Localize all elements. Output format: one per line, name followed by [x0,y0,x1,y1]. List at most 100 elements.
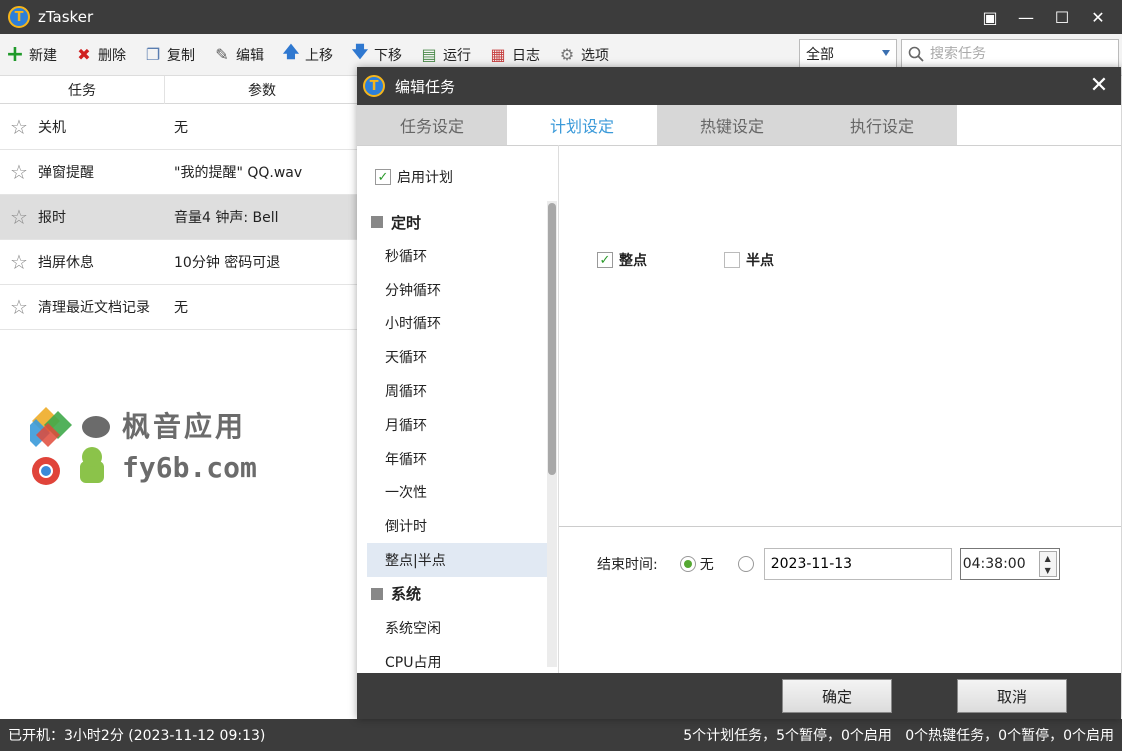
new-button[interactable]: + 新建 [6,42,57,67]
task-row-selected[interactable]: ☆ 报时 音量4 钟声: Bell [0,195,360,240]
edit-task-dialog: T 编辑任务 ✕ 任务设定 计划设定 热键设定 执行设定 ✓ 启用计划 定时 秒… [357,67,1121,719]
tree-item-hours-loop[interactable]: 小时循环 [367,307,547,341]
watermark-logo-icon [30,407,110,485]
task-list-header: 任务 参数 [0,76,360,104]
enable-plan-label: 启用计划 [397,170,453,186]
end-time-label: 结束时间: [597,557,658,573]
tree-group-timer[interactable]: 定时 [367,205,547,239]
filter-select[interactable]: 全部 [799,39,897,69]
tree-scrollbar[interactable] [547,201,557,667]
app-logo-icon: T [363,75,385,97]
run-icon: ▤ [421,45,437,64]
tree-item-hourly-half-hourly[interactable]: 整点|半点 [367,543,547,577]
minimize-button[interactable]: — [1008,0,1044,34]
chevron-down-icon [882,50,890,56]
search-input[interactable] [930,46,1100,62]
tree-item-minutes-loop[interactable]: 分钟循环 [367,273,547,307]
tree-group-system[interactable]: 系统 [367,577,547,611]
panel-divider [558,145,559,673]
edit-button[interactable]: ✎ 编辑 [213,45,264,65]
gear-icon: ⚙ [559,45,575,64]
tree-item-countdown[interactable]: 倒计时 [367,509,547,543]
end-time-input[interactable]: 04:38:00 ▲ ▼ [959,548,1060,580]
edit-icon: ✎ [215,45,229,64]
close-button[interactable]: ✕ [1080,0,1116,34]
task-row[interactable]: ☆ 弹窗提醒 "我的提醒" QQ.wav [0,150,360,195]
copy-label: 复制 [167,47,195,64]
scrollbar-thumb[interactable] [548,203,556,475]
collapse-icon[interactable] [371,216,383,228]
task-param: 无 [174,120,188,136]
tab-execution-settings[interactable]: 执行设定 [807,105,957,145]
move-down-button[interactable]: 🡇 下移 [351,42,402,65]
tree-group-label: 定时 [391,213,422,232]
search-box [901,39,1119,69]
star-icon[interactable]: ☆ [10,116,32,138]
spin-up-icon[interactable]: ▲ [1040,552,1056,564]
end-date-input[interactable] [763,548,952,580]
task-name: 报时 [38,210,66,226]
tab-hotkey-settings[interactable]: 热键设定 [657,105,807,145]
on-hour-checkbox[interactable]: ✓ [597,252,613,268]
task-name: 清理最近文档记录 [38,300,150,316]
delete-label: 删除 [98,47,126,64]
task-param: 音量4 钟声: Bell [174,210,279,226]
tree-item-once[interactable]: 一次性 [367,476,547,510]
app-logo-icon: T [8,6,30,28]
tree-item-seconds-loop[interactable]: 秒循环 [367,239,547,273]
delete-button[interactable]: ✖ 删除 [75,45,126,65]
time-spinner[interactable]: ▲ ▼ [1038,551,1057,577]
tree-item-days-loop[interactable]: 天循环 [367,340,547,374]
end-time-row: 结束时间: 无 04:38:00 ▲ ▼ [597,547,1060,581]
task-param: 10分钟 密码可退 [174,255,281,271]
log-button[interactable]: ▦ 日志 [489,45,540,65]
status-bar: 已开机：3小时2分 (2023-11-12 09:13) 5个计划任务，5个暂停… [0,719,1122,751]
enable-plan-row[interactable]: ✓ 启用计划 [375,167,453,187]
on-hour-label: 整点 [619,253,647,269]
tree-item-months-loop[interactable]: 月循环 [367,408,547,442]
delete-icon: ✖ [77,45,91,64]
move-up-label: 上移 [305,47,333,64]
tab-task-settings[interactable]: 任务设定 [357,105,507,145]
tab-schedule-settings[interactable]: 计划设定 [507,105,657,145]
copy-button[interactable]: ❐ 复制 [144,45,195,65]
on-hour-option[interactable]: ✓ 整点 [597,250,647,270]
tab-divider [357,145,1121,146]
end-date-radio[interactable] [737,556,754,572]
move-up-button[interactable]: 🡅 上移 [282,42,333,65]
maximize-button[interactable]: ☐ [1044,0,1080,34]
star-icon[interactable]: ☆ [10,251,32,273]
star-icon[interactable]: ☆ [10,206,32,228]
end-none-radio[interactable] [679,556,696,572]
column-header-task[interactable]: 任务 [0,76,165,104]
task-row[interactable]: ☆ 挡屏休息 10分钟 密码可退 [0,240,360,285]
half-hour-checkbox[interactable] [724,252,740,268]
task-row[interactable]: ☆ 关机 无 [0,105,360,150]
run-button[interactable]: ▤ 运行 [420,45,471,65]
star-icon[interactable]: ☆ [10,161,32,183]
tree-item-weeks-loop[interactable]: 周循环 [367,374,547,408]
task-row[interactable]: ☆ 清理最近文档记录 无 [0,285,360,330]
options-button[interactable]: ⚙ 选项 [558,45,609,65]
dialog-close-button[interactable]: ✕ [1085,71,1113,99]
star-icon[interactable]: ☆ [10,296,32,318]
tree-item-system-idle[interactable]: 系统空闲 [367,611,547,645]
watermark-url: fy6b.com [122,451,257,484]
copy-icon: ❐ [145,45,161,64]
collapse-icon[interactable] [371,587,383,600]
arrow-down-icon: 🡇 [351,42,369,61]
tree-item-years-loop[interactable]: 年循环 [367,442,547,476]
task-param: "我的提醒" QQ.wav [174,165,303,181]
window-controls: ▣ — ☐ ✕ [972,0,1116,34]
column-header-param[interactable]: 参数 [165,76,360,104]
enable-plan-checkbox[interactable]: ✓ [375,169,391,185]
dialog-tabs: 任务设定 计划设定 热键设定 执行设定 [357,105,1121,145]
half-hour-option[interactable]: 半点 [724,250,774,270]
run-label: 运行 [443,47,471,64]
cancel-button[interactable]: 取消 [957,679,1067,713]
ok-button[interactable]: 确定 [782,679,892,713]
restore-icon[interactable]: ▣ [972,0,1008,34]
spin-down-icon[interactable]: ▼ [1040,564,1056,576]
filter-value: 全部 [806,47,834,63]
task-name: 挡屏休息 [38,255,94,271]
